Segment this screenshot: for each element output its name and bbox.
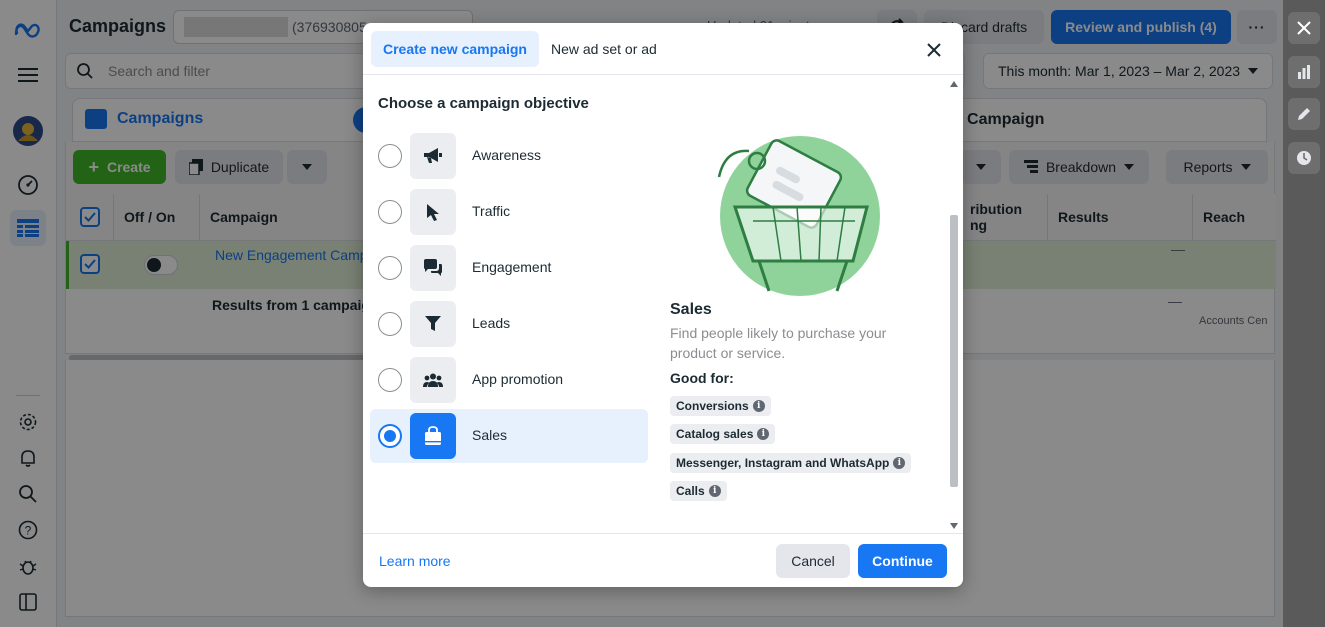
objective-label: Engagement	[472, 259, 552, 275]
close-panel-button[interactable]	[1288, 12, 1320, 44]
tab-create-new-campaign[interactable]: Create new campaign	[371, 31, 539, 67]
objective-leads[interactable]: Leads	[370, 297, 648, 351]
megaphone-icon	[410, 133, 456, 179]
dialog-scrollbar[interactable]	[948, 77, 960, 533]
edit-panel-button[interactable]	[1288, 98, 1320, 130]
info-icon[interactable]: i	[752, 400, 765, 412]
objective-app-promotion[interactable]: App promotion	[370, 353, 648, 407]
pencil-icon	[1298, 108, 1310, 120]
chip-conversions: Conversions i	[670, 396, 771, 416]
clock-icon	[1297, 151, 1311, 165]
chip-label: Conversions	[676, 399, 749, 413]
scroll-up-arrow-icon[interactable]	[950, 81, 958, 87]
radio-app-promotion[interactable]	[378, 368, 402, 392]
objective-engagement[interactable]: Engagement	[370, 241, 648, 295]
scroll-thumb[interactable]	[950, 215, 958, 487]
right-side-panel	[1283, 0, 1325, 627]
objective-traffic[interactable]: Traffic	[370, 185, 648, 239]
chip-messaging: Messenger, Instagram and WhatsApp i	[670, 453, 912, 473]
radio-traffic[interactable]	[378, 200, 402, 224]
scroll-down-arrow-icon[interactable]	[950, 523, 958, 529]
chat-bubbles-icon	[410, 245, 456, 291]
chip-label: Calls	[676, 484, 705, 498]
radio-engagement[interactable]	[378, 256, 402, 280]
cursor-icon	[410, 189, 456, 235]
radio-sales[interactable]	[378, 424, 402, 448]
chip-label: Catalog sales	[676, 427, 754, 441]
chip-label: Messenger, Instagram and WhatsApp	[676, 456, 890, 470]
cancel-button[interactable]: Cancel	[776, 544, 850, 578]
bar-chart-icon	[1298, 65, 1310, 79]
history-panel-button[interactable]	[1288, 142, 1320, 174]
shopping-bag-icon	[410, 413, 456, 459]
objective-label: Leads	[472, 315, 511, 331]
radio-awareness[interactable]	[378, 144, 402, 168]
charts-panel-button[interactable]	[1288, 56, 1320, 88]
chip-calls: Calls i	[670, 481, 727, 501]
close-dialog-button[interactable]	[919, 35, 949, 65]
chip-catalog-sales: Catalog sales i	[670, 424, 776, 444]
people-icon	[410, 357, 456, 403]
learn-more-link[interactable]: Learn more	[379, 553, 451, 569]
continue-button[interactable]: Continue	[858, 544, 947, 578]
create-campaign-dialog: Create new campaign New ad set or ad Cho…	[363, 23, 963, 587]
dialog-header: Create new campaign New ad set or ad	[363, 23, 963, 75]
dialog-footer: Learn more Cancel Continue	[363, 533, 963, 587]
objective-label: Awareness	[472, 147, 542, 163]
close-icon	[1297, 21, 1311, 35]
funnel-icon	[410, 301, 456, 347]
sales-illustration	[717, 136, 880, 296]
objective-heading: Choose a campaign objective	[378, 95, 589, 112]
info-icon[interactable]: i	[708, 485, 721, 497]
objective-sales[interactable]: Sales	[370, 409, 648, 463]
objective-detail-description: Find people likely to purchase your prod…	[670, 325, 887, 361]
tab-new-ad-set-or-ad[interactable]: New ad set or ad	[551, 31, 657, 67]
objective-label: Sales	[472, 427, 508, 443]
objective-detail-title: Sales	[670, 301, 712, 318]
objective-label: Traffic	[472, 203, 511, 219]
objective-label: App promotion	[472, 371, 564, 387]
good-for-label: Good for:	[670, 370, 734, 386]
radio-leads[interactable]	[378, 312, 402, 336]
objective-awareness[interactable]: Awareness	[370, 129, 648, 183]
close-icon	[927, 43, 941, 57]
info-icon[interactable]: i	[893, 457, 906, 469]
info-icon[interactable]: i	[757, 428, 770, 440]
